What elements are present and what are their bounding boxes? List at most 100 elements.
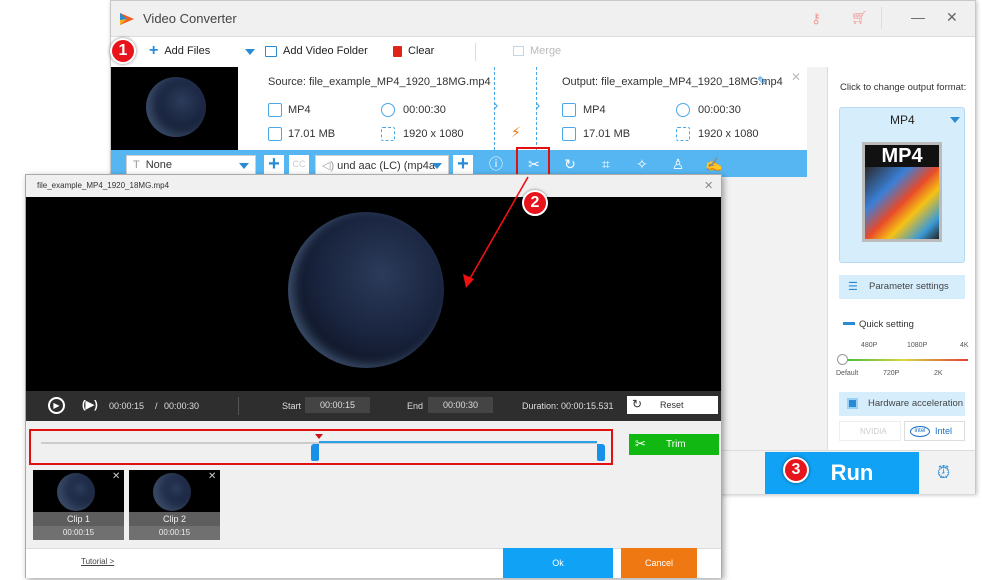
source-resolution: 1920 x 1080	[403, 128, 464, 140]
remove-file-icon[interactable]: ✕	[791, 70, 801, 84]
audio-select[interactable]: ◁) und aac (LC) (mp4a	[315, 155, 449, 175]
step-badge-3: 3	[783, 457, 809, 483]
edit-signature-icon[interactable]: ✍	[705, 156, 723, 172]
trim-timeline[interactable]	[29, 429, 613, 465]
audio-value: und aac (LC) (mp4a	[337, 160, 435, 172]
add-files-button[interactable]: + Add Files	[149, 43, 210, 59]
quick-setting-icon	[843, 322, 855, 325]
minimize-button[interactable]: —	[911, 9, 925, 25]
cc-button[interactable]: CC	[289, 155, 309, 175]
hardware-acceleration-button[interactable]: Hardware acceleration	[839, 392, 965, 416]
chip-icon	[847, 398, 858, 409]
key-icon[interactable]: ⚷	[811, 10, 821, 27]
quality-label-480p: 480P	[861, 342, 878, 349]
ok-button[interactable]: Ok	[503, 548, 613, 578]
trim-button[interactable]: ✂ Trim	[629, 434, 719, 455]
next-frame-button[interactable]: (▶)	[82, 398, 98, 411]
clear-label: Clear	[408, 45, 435, 57]
merge-label: Merge	[530, 45, 562, 57]
edit-bar: T None + CC ◁) und aac (LC) (mp4a + ⓘ ✂ ↻ …	[111, 150, 807, 177]
clear-button[interactable]: Clear	[393, 45, 434, 57]
add-subtitle-button[interactable]: +	[264, 154, 284, 175]
output-format: MP4	[583, 104, 606, 116]
play-button[interactable]: ▶	[48, 397, 65, 414]
output-filename: Output: file_example_MP4_1920_18MG.mp4	[562, 76, 783, 88]
video-preview[interactable]	[26, 197, 721, 391]
clip-item[interactable]: ✕ Clip 1 00:00:15	[33, 470, 124, 540]
chevron-right-icon: ›	[535, 97, 541, 114]
trash-icon	[393, 45, 402, 57]
file-item[interactable]: Source: file_example_MP4_1920_18MG.mp4 M…	[111, 67, 807, 150]
add-audio-button[interactable]: +	[453, 154, 473, 175]
mp4-format-icon: MP4	[862, 142, 942, 242]
format-icon	[268, 103, 282, 117]
toolbar: + Add Files Add Video Folder Clear Merge	[111, 37, 975, 67]
video-thumbnail	[111, 67, 238, 150]
cart-icon[interactable]: 🛒︎	[851, 10, 868, 26]
output-format-selector[interactable]: MP4 MP4	[839, 107, 965, 263]
quality-label-720p: 720P	[883, 370, 900, 377]
quality-slider-handle[interactable]	[837, 354, 848, 365]
time-separator: /	[155, 401, 158, 411]
folder-icon	[265, 45, 277, 57]
trim-start-handle[interactable]	[311, 444, 319, 461]
watermark-stamp-icon[interactable]: ♙	[669, 156, 687, 172]
earth-video-frame	[288, 212, 444, 368]
step-badge-2: 2	[522, 190, 548, 216]
add-files-dropdown-icon[interactable]	[245, 49, 255, 55]
intel-logo-icon: intel	[910, 426, 930, 437]
sliders-icon: ☰	[848, 281, 858, 293]
resolution-icon	[381, 127, 395, 141]
playhead-marker[interactable]	[315, 434, 323, 439]
add-video-folder-button[interactable]: Add Video Folder	[265, 45, 368, 57]
trim-end-handle[interactable]	[597, 444, 605, 461]
chevron-down-icon	[239, 163, 249, 169]
format-name: MP4	[890, 113, 915, 127]
end-time-input[interactable]: 00:00:30	[428, 397, 493, 413]
info-icon[interactable]: ⓘ	[487, 156, 505, 172]
title-bar: Video Converter ⚷ 🛒︎ — ✕	[111, 1, 975, 37]
quality-slider-track[interactable]	[840, 359, 968, 361]
dialog-close-icon[interactable]: ✕	[704, 179, 713, 192]
cancel-button[interactable]: Cancel	[621, 548, 697, 578]
quick-setting-label: Quick setting	[859, 319, 914, 330]
clip-thumbnail	[57, 473, 95, 511]
clip-thumbnail	[153, 473, 191, 511]
timeline-selection	[319, 441, 597, 443]
nvidia-button[interactable]: NVIDIA	[839, 421, 901, 441]
controls-divider	[238, 397, 239, 415]
step-badge-1: 1	[110, 38, 136, 64]
rotate-icon[interactable]: ↻	[561, 156, 579, 172]
output-resolution: 1920 x 1080	[698, 128, 759, 140]
dialog-footer: Tutorial > Ok Cancel	[26, 548, 721, 578]
clip-label: Clip 2	[129, 512, 220, 526]
close-button[interactable]: ✕	[946, 9, 958, 26]
format-icon	[562, 103, 576, 117]
intel-button[interactable]: intel Intel	[904, 421, 965, 441]
reset-button[interactable]: ↻ Reset	[627, 396, 718, 414]
remove-clip-icon[interactable]: ✕	[208, 471, 216, 482]
chevron-right-icon: ›	[493, 97, 499, 114]
effects-wand-icon[interactable]: ✧	[633, 156, 651, 172]
remove-clip-icon[interactable]: ✕	[112, 471, 120, 482]
current-time: 00:00:15	[109, 401, 145, 411]
duration-value: 00:00:15.531	[561, 401, 614, 411]
start-time-input[interactable]: 00:00:15	[305, 397, 370, 413]
earth-image	[146, 77, 206, 137]
parameter-settings-button[interactable]: ☰ Parameter settings	[839, 275, 965, 299]
trim-label: Trim	[666, 439, 686, 450]
tutorial-link[interactable]: Tutorial >	[81, 557, 114, 566]
crop-icon[interactable]: ⌗	[597, 156, 615, 172]
merge-icon	[513, 46, 524, 56]
subtitle-value: None	[145, 159, 173, 171]
edit-pencil-icon[interactable]: ✎	[757, 74, 767, 88]
reset-label: Reset	[660, 400, 684, 410]
alarm-clock-icon[interactable]: ⏰︎	[937, 463, 950, 483]
parameter-settings-label: Parameter settings	[869, 281, 949, 292]
end-label: End	[407, 401, 424, 411]
clip-item[interactable]: ✕ Clip 2 00:00:15	[129, 470, 220, 540]
merge-button[interactable]: Merge	[513, 45, 561, 57]
source-size: 17.01 MB	[288, 128, 336, 140]
chevron-down-icon	[432, 163, 442, 169]
subtitle-select[interactable]: T None	[126, 155, 256, 175]
